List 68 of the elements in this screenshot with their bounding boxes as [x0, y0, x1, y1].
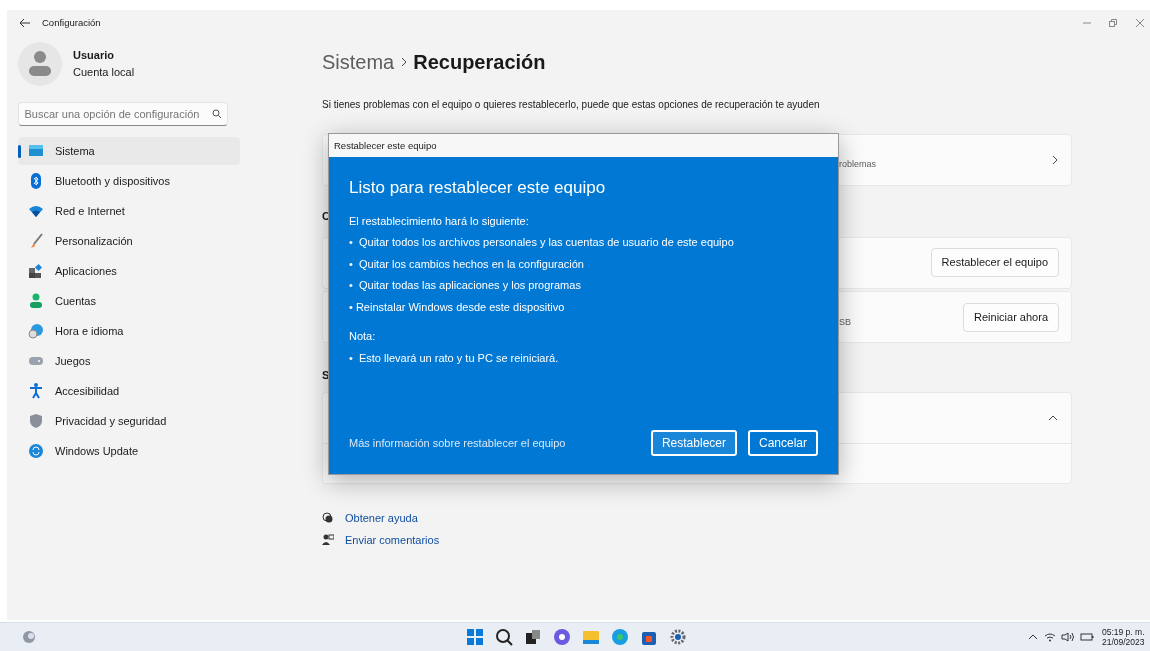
bullet-text: • Quitar los cambios hechos en la configuración: [349, 256, 585, 272]
page-description: Si tienes problemas con el equipo o quieres restablecerlo, puede que estas opciones de recuperación te ayuden: [322, 98, 821, 112]
brush-icon: [28, 233, 44, 249]
help-icon: [322, 512, 334, 524]
feedback-icon: [322, 534, 334, 546]
reset-button[interactable]: Restablecer: [650, 430, 737, 456]
folder-icon[interactable]: [582, 628, 600, 646]
sidebar-item[interactable]: Aplicaciones: [18, 257, 240, 285]
sidebar-item[interactable]: Privacidad y seguridad: [18, 407, 240, 435]
close-icon[interactable]: [1134, 18, 1145, 28]
battery-icon[interactable]: [1079, 632, 1094, 642]
help-link[interactable]: Enviar comentarios: [345, 531, 440, 549]
sidebar-item[interactable]: Cuentas: [18, 287, 240, 315]
sidebar-item[interactable]: Windows Update: [18, 437, 240, 465]
sidebar-item[interactable]: Accesibilidad: [18, 377, 240, 405]
learn-more-link[interactable]: Más información sobre restablecer el equipo: [349, 434, 566, 452]
breadcrumb-link[interactable]: Sistema: [322, 47, 395, 77]
shield-icon: [28, 413, 44, 429]
dialog-heading: Listo para restablecer este equipo: [349, 177, 607, 199]
back-icon[interactable]: [19, 18, 31, 28]
setting-description: roblemas: [839, 158, 876, 172]
wifi-icon[interactable]: [1043, 632, 1056, 642]
search-icon[interactable]: [495, 628, 513, 646]
gear-icon[interactable]: [669, 628, 687, 646]
avatar-icon: [18, 41, 62, 86]
chevron-icon[interactable]: [1051, 154, 1059, 166]
bullet-text: • Quitar todos los archivos personales y las cuentas de usuario de este equipo: [349, 235, 735, 250]
chevron-icon: [399, 56, 408, 68]
task-view-icon[interactable]: [524, 628, 542, 646]
browser-icon[interactable]: [611, 628, 629, 646]
search-icon: [211, 109, 222, 119]
window-title: Configuración: [42, 15, 101, 30]
sidebar-item[interactable]: Personalización: [18, 227, 240, 255]
bluetooth-icon: [28, 173, 44, 189]
sidebar-item[interactable]: Bluetooth y dispositivos: [18, 167, 240, 195]
person-icon: [28, 293, 44, 309]
bullet-text: • Esto llevará un rato y tu PC se reiniciará.: [349, 350, 560, 366]
start-icon[interactable]: [466, 628, 484, 646]
account-type: Cuenta local: [73, 64, 135, 80]
clock-globe-icon: [28, 323, 44, 339]
chat-icon[interactable]: [553, 628, 571, 646]
speaker-icon[interactable]: [1061, 632, 1075, 642]
help-link[interactable]: Obtener ayuda: [345, 509, 418, 527]
sidebar-item[interactable]: Juegos: [18, 347, 240, 375]
sidebar-item[interactable]: Hora e idioma: [18, 317, 240, 345]
setting-description: SB: [839, 315, 851, 329]
bullet-text: • Reinstalar Windows desde este dispositivo: [349, 299, 566, 315]
chevron-up-icon[interactable]: [1047, 413, 1059, 422]
user-name: Usuario: [73, 48, 115, 63]
cancel-button[interactable]: Cancelar: [747, 430, 818, 456]
clock[interactable]: 05:19 p. m. 21/09/2023: [1101, 626, 1145, 648]
note-label: Nota:: [349, 329, 377, 344]
search-field[interactable]: Buscar una opción de configuración: [18, 102, 228, 126]
sidebar-item[interactable]: Red e Internet: [18, 197, 240, 225]
accessibility-icon: [28, 383, 44, 399]
bullet-text: • Quitar todas las aplicaciones y los programas: [349, 278, 582, 293]
apps-icon: [28, 263, 44, 279]
restart-button[interactable]: Reiniciar ahora: [963, 303, 1059, 332]
chevron-up-icon[interactable]: [1028, 633, 1039, 641]
sidebar-item[interactable]: Sistema: [18, 137, 240, 165]
refresh-icon: [28, 443, 44, 459]
dialog-text: El restablecimiento hará lo siguiente:: [349, 213, 530, 229]
monitor-icon: [28, 143, 44, 159]
dialog-title: Restablecer este equipo: [329, 134, 838, 157]
wifi-icon: [28, 203, 44, 219]
reset-pc-button[interactable]: Restablecer el equipo: [930, 248, 1059, 277]
restore-icon[interactable]: [1108, 18, 1118, 28]
page-title: Recuperación: [413, 50, 546, 75]
